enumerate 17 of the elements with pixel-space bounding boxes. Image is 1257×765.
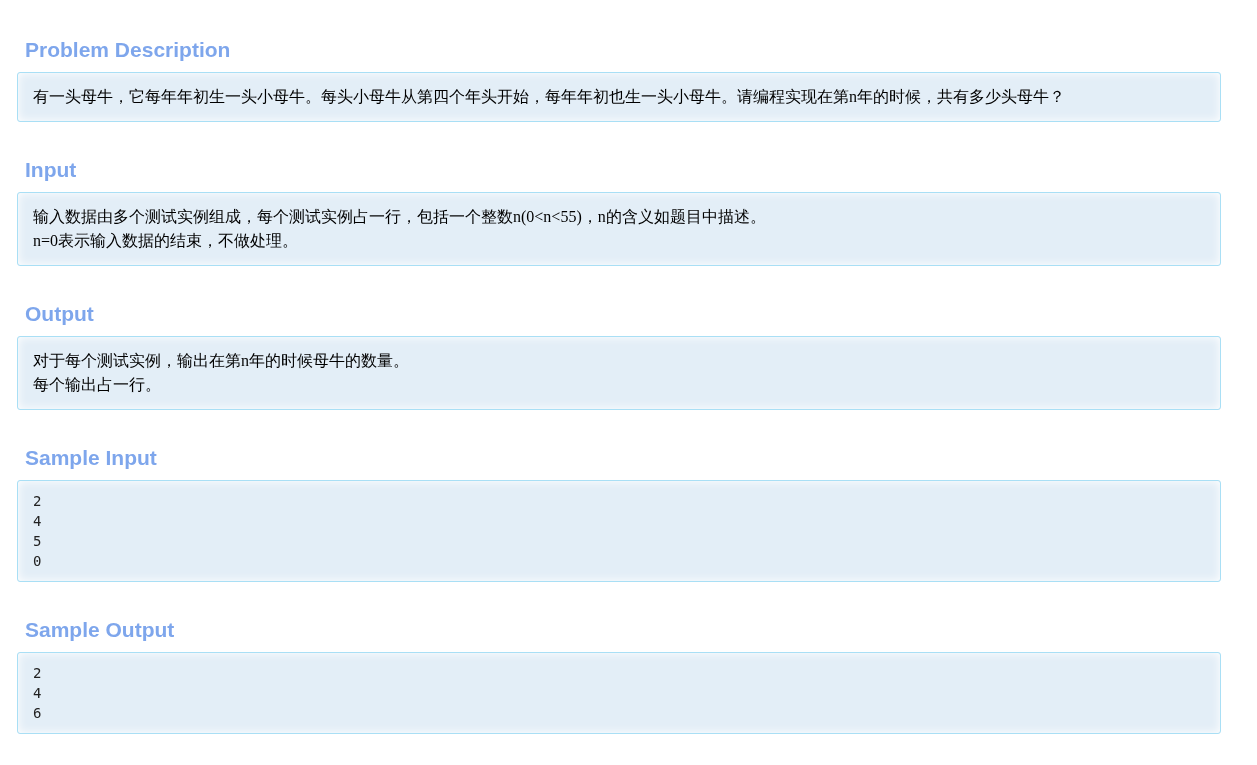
- code-line: 4: [33, 684, 42, 703]
- code-line: 0: [33, 552, 42, 571]
- section-heading: Problem Description: [25, 37, 231, 63]
- description-line: 对于每个测试实例，输出在第n年的时候母牛的数量。: [33, 351, 409, 371]
- code-line: 4: [33, 512, 42, 531]
- section-heading: Input: [25, 157, 77, 183]
- description-line: 每个输出占一行。: [33, 375, 161, 395]
- code-line: 2: [33, 492, 42, 511]
- section-heading: Sample Input: [25, 445, 157, 471]
- code-line: 6: [33, 704, 42, 723]
- code-line: 2: [33, 664, 42, 683]
- description-line: 输入数据由多个测试实例组成，每个测试实例占一行，包括一个整数n(0<n<55)，n的含义如题目中描述。: [33, 207, 766, 228]
- description-line: n=0表示输入数据的结束，不做处理。: [33, 231, 299, 251]
- code-line: 5: [33, 532, 42, 551]
- description-line: 有一头母牛，它每年年初生一头小母牛。每头小母牛从第四个年头开始，每年年初也生一头小母牛。请编程实现在第n年的时候，共有多少头母牛？: [33, 87, 1065, 107]
- section-heading: Output: [25, 301, 94, 327]
- section-heading: Sample Output: [25, 617, 175, 643]
